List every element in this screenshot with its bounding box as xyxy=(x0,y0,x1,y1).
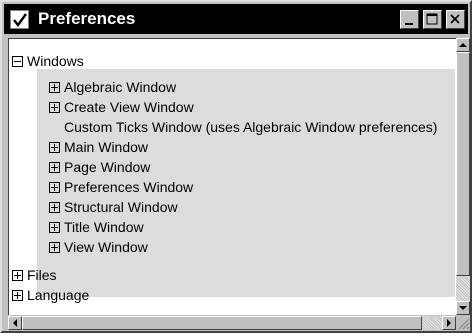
expand-toggle-icon[interactable] xyxy=(49,221,60,233)
tree-item-algebraic-window[interactable]: Algebraic Window xyxy=(49,77,176,97)
close-button[interactable] xyxy=(446,10,465,29)
resize-grip[interactable] xyxy=(456,315,470,331)
tree-item-preferences-window[interactable]: Preferences Window xyxy=(49,177,193,197)
expand-toggle-icon[interactable] xyxy=(49,141,60,153)
tree-item-label: Page Window xyxy=(64,159,151,175)
tree-node-label: Language xyxy=(27,287,90,303)
arrow-down-icon xyxy=(459,306,467,310)
tree-item-label: Main Window xyxy=(64,139,149,155)
tree-item-label: Preferences Window xyxy=(64,179,194,195)
expand-toggle-icon[interactable] xyxy=(49,201,60,213)
arrow-up-icon xyxy=(459,43,467,47)
tree-item-create-view-window[interactable]: Create View Window xyxy=(49,97,194,117)
collapse-toggle-icon[interactable] xyxy=(12,55,23,67)
expand-toggle-icon[interactable] xyxy=(12,269,23,281)
arrow-right-icon xyxy=(447,319,451,327)
scroll-up-button[interactable] xyxy=(456,38,470,52)
minimize-icon xyxy=(405,23,413,25)
vertical-scrollbar[interactable] xyxy=(456,38,470,315)
expand-toggle-icon[interactable] xyxy=(49,101,60,113)
vertical-scroll-thumb[interactable] xyxy=(456,52,470,276)
tree-item-page-window[interactable]: Page Window xyxy=(49,157,150,177)
scroll-right-button[interactable] xyxy=(442,316,456,330)
expand-toggle-icon[interactable] xyxy=(49,181,60,193)
expand-toggle-icon[interactable] xyxy=(12,289,23,301)
checkmark-icon[interactable] xyxy=(10,10,29,29)
tree-item-custom-ticks-window[interactable]: Custom Ticks Window (uses Algebraic Wind… xyxy=(64,117,437,137)
scroll-left-button[interactable] xyxy=(8,316,22,330)
tree-node-label: Windows xyxy=(27,53,84,69)
tree-item-label: View Window xyxy=(64,239,148,255)
horizontal-scroll-thumb[interactable] xyxy=(22,316,422,330)
tree-item-label: Structural Window xyxy=(64,199,178,215)
preferences-window: Preferences Windows Algebraic Window Cre… xyxy=(0,0,472,333)
expand-toggle-icon[interactable] xyxy=(49,241,60,253)
tree-node-files[interactable]: Files xyxy=(12,265,57,285)
maximize-button[interactable] xyxy=(423,10,442,29)
resize-grip-icon xyxy=(458,318,470,330)
scroll-down-button[interactable] xyxy=(456,301,470,315)
arrow-left-icon xyxy=(13,319,17,327)
tree-item-label: Title Window xyxy=(64,219,144,235)
tree-item-view-window[interactable]: View Window xyxy=(49,237,148,257)
tree-node-windows[interactable]: Windows xyxy=(12,51,84,71)
maximize-icon xyxy=(426,13,438,25)
window-title: Preferences xyxy=(38,9,136,28)
tree-item-title-window[interactable]: Title Window xyxy=(49,217,144,237)
expand-toggle-icon[interactable] xyxy=(49,161,60,173)
tree-node-label: Files xyxy=(27,267,57,283)
tree-item-structural-window[interactable]: Structural Window xyxy=(49,197,178,217)
tree-item-label: Custom Ticks Window (uses Algebraic Wind… xyxy=(64,119,438,135)
minimize-button[interactable] xyxy=(400,10,419,29)
tree-item-label: Create View Window xyxy=(64,99,194,115)
preferences-tree: Windows Algebraic Window Create View Win… xyxy=(8,38,456,315)
tree-node-language[interactable]: Language xyxy=(12,285,89,305)
tree-item-label: Algebraic Window xyxy=(64,79,177,95)
horizontal-scrollbar[interactable] xyxy=(8,315,456,331)
title-bar[interactable]: Preferences xyxy=(4,4,468,34)
close-icon xyxy=(450,14,460,24)
tree-item-main-window[interactable]: Main Window xyxy=(49,137,148,157)
expand-toggle-icon[interactable] xyxy=(49,81,60,93)
